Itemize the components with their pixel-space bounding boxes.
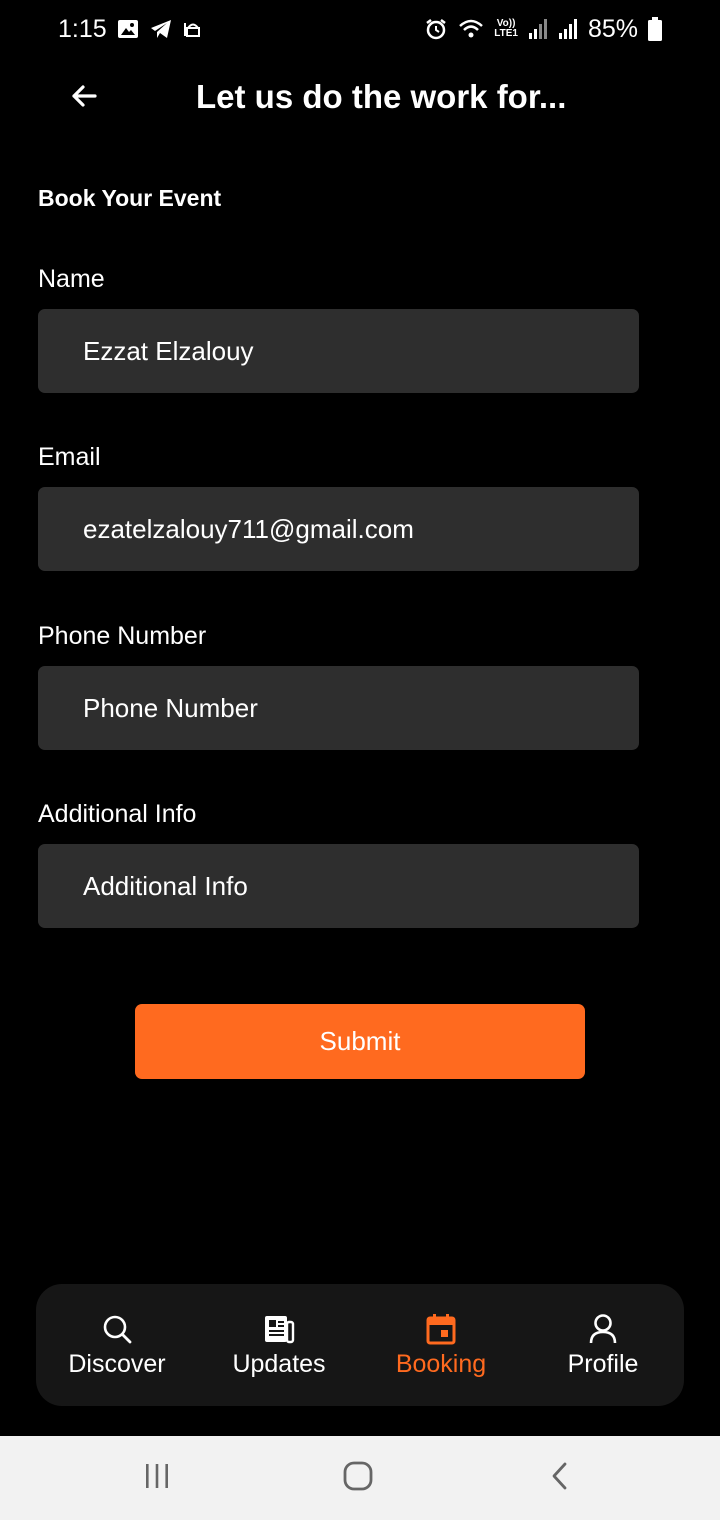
name-field[interactable]: Ezzat Elzalouy	[38, 309, 639, 393]
additional-info-label: Additional Info	[38, 800, 197, 828]
phone-label: Phone Number	[38, 622, 207, 650]
phone-field[interactable]: Phone Number	[38, 666, 639, 750]
nav-label-updates: Updates	[232, 1349, 326, 1378]
additional-info-field[interactable]: Additional Info	[38, 844, 639, 928]
home-icon	[342, 1460, 374, 1497]
nav-label-discover: Discover	[68, 1349, 166, 1378]
arrow-left-icon	[71, 84, 97, 113]
nav-item-profile[interactable]: Profile	[542, 1284, 664, 1406]
nav-item-updates[interactable]: Updates	[218, 1284, 340, 1406]
system-nav-bar	[0, 1436, 720, 1520]
home-button[interactable]	[328, 1458, 388, 1498]
gallery-icon	[117, 19, 139, 39]
calendar-icon	[424, 1312, 458, 1346]
status-left: 1:15	[58, 15, 203, 44]
alarm-icon	[424, 17, 448, 41]
mosque-icon	[183, 19, 203, 39]
app-bar: Let us do the work for...	[0, 58, 720, 138]
status-bar: 1:15 Vo)) LTE1 85%	[0, 0, 720, 58]
phone-placeholder: Phone Number	[83, 692, 258, 723]
search-icon	[100, 1312, 134, 1346]
chevron-left-icon	[549, 1461, 571, 1496]
back-button[interactable]	[60, 76, 108, 120]
nav-label-profile: Profile	[567, 1349, 639, 1378]
person-icon	[586, 1312, 620, 1346]
lte-bottom-text: LTE1	[494, 28, 518, 39]
additional-info-placeholder: Additional Info	[83, 870, 248, 901]
recent-apps-icon	[143, 1462, 171, 1495]
nav-item-discover[interactable]: Discover	[56, 1284, 178, 1406]
submit-button[interactable]: Submit	[135, 1004, 585, 1079]
battery-icon	[648, 17, 662, 41]
page-title: Let us do the work for...	[196, 78, 567, 115]
email-field[interactable]: ezatelzalouy711@gmail.com	[38, 487, 639, 571]
name-label: Name	[38, 265, 105, 293]
lte-indicator: Vo)) LTE1	[494, 19, 518, 39]
battery-percent: 85%	[587, 14, 638, 43]
status-right: Vo)) LTE1 85%	[424, 15, 662, 44]
newspaper-icon	[262, 1312, 296, 1346]
wifi-icon	[458, 18, 484, 40]
recent-apps-button[interactable]	[127, 1458, 187, 1498]
signal-icon	[528, 18, 548, 40]
telegram-icon	[149, 18, 173, 40]
name-value: Ezzat Elzalouy	[83, 335, 254, 366]
bottom-nav: Discover Updates Booking Profile	[36, 1284, 684, 1406]
section-heading: Book Your Event	[38, 185, 222, 211]
email-value: ezatelzalouy711@gmail.com	[83, 513, 414, 544]
status-time: 1:15	[58, 14, 107, 43]
system-back-button[interactable]	[530, 1458, 590, 1498]
signal-icon-2	[558, 18, 578, 40]
nav-item-booking[interactable]: Booking	[380, 1284, 502, 1406]
nav-label-booking: Booking	[395, 1349, 487, 1378]
email-label: Email	[38, 443, 101, 471]
